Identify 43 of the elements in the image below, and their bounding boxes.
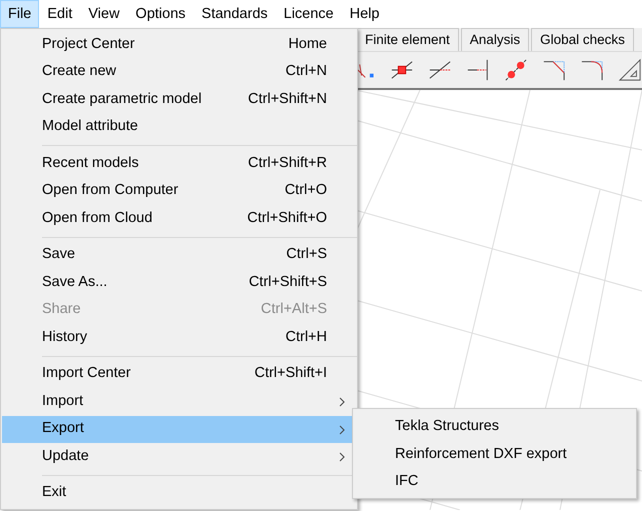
chevron-right-icon — [339, 452, 345, 462]
menu-item[interactable]: Model attribute — [2, 114, 353, 141]
menu-item[interactable]: IFC — [353, 467, 636, 494]
shortcut-text: Ctrl+O — [284, 181, 327, 200]
menu-bar-item[interactable]: View — [80, 0, 128, 28]
tab[interactable]: Global checks — [531, 28, 634, 51]
menu-bar-item[interactable]: Standards — [194, 0, 276, 28]
shortcut-text: Ctrl+H — [286, 328, 327, 347]
menu-item[interactable]: Project Center Home — [2, 31, 353, 58]
shortcut-text: Ctrl+Alt+S — [260, 300, 327, 320]
menu-item[interactable]: Open from Computer Ctrl+O — [2, 178, 353, 205]
menu-item[interactable]: Save Ctrl+S — [2, 242, 353, 269]
chevron-right-icon — [339, 397, 345, 407]
shortcut-text: Ctrl+Shift+S — [248, 272, 327, 292]
menu-item[interactable]: Recent models Ctrl+Shift+R — [2, 150, 353, 178]
menu-item[interactable]: Create parametric model Ctrl+Shift+N — [2, 86, 353, 114]
two-points-icon[interactable] — [504, 57, 528, 83]
tab[interactable]: Finite element — [356, 28, 459, 51]
menu-item[interactable]: Exit — [2, 480, 353, 507]
tab[interactable]: Analysis — [460, 28, 530, 51]
shortcut-text: Home — [288, 34, 327, 54]
menu-item[interactable]: Tekla Structures — [353, 412, 636, 440]
menu-bar-item[interactable]: File — [0, 0, 40, 28]
shortcut-text: Ctrl+Shift+R — [248, 154, 327, 173]
shortcut-text: Ctrl+Shift+N — [248, 90, 327, 109]
menu-item[interactable]: History Ctrl+H — [2, 324, 353, 352]
menu-item[interactable]: Save As... Ctrl+Shift+S — [2, 269, 353, 296]
shortcut-text: Ctrl+Shift+O — [247, 208, 327, 228]
menu-item[interactable]: Reinforcement DXF export — [353, 440, 636, 467]
chevron-right-icon — [339, 424, 345, 434]
shortcut-text: Ctrl+N — [286, 62, 327, 82]
menu-item[interactable]: Update — [2, 443, 353, 470]
menu-item[interactable]: Import — [2, 388, 353, 416]
menu-item[interactable]: Export — [2, 416, 353, 443]
menu-bar-item[interactable]: Help — [342, 0, 388, 28]
menu-bar-item[interactable]: Licence — [276, 0, 342, 28]
menu-bar-item[interactable]: Edit — [39, 0, 80, 28]
menu-bar-item[interactable]: Options — [128, 0, 194, 28]
shortcut-text: Ctrl+Shift+I — [254, 364, 327, 384]
menu-item[interactable]: Open from Cloud Ctrl+Shift+O — [2, 205, 353, 232]
shortcut-text: Ctrl+S — [286, 245, 327, 264]
line-trim-icon[interactable] — [466, 57, 490, 83]
menu-item[interactable]: Import Center Ctrl+Shift+I — [2, 360, 353, 388]
